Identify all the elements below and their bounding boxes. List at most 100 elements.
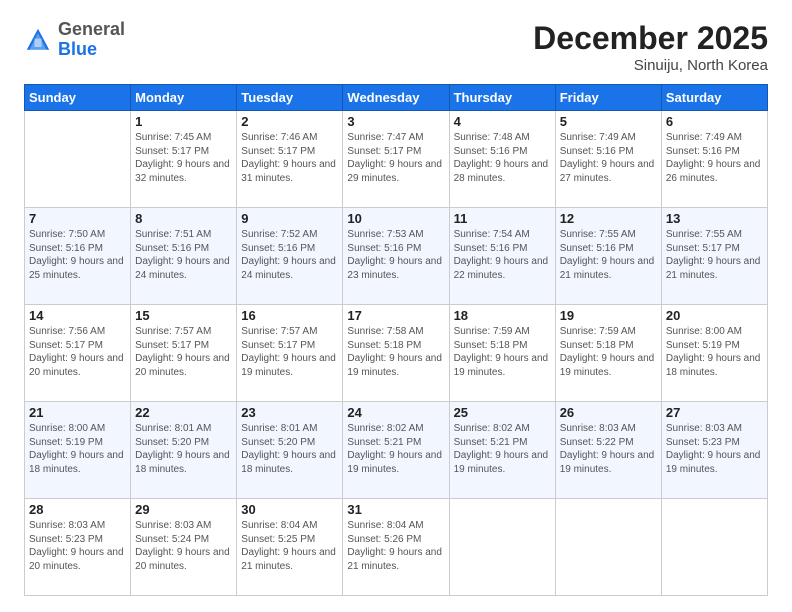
- daylight-text: Daylight: 9 hours and 20 minutes.: [29, 353, 124, 378]
- day-number: 6: [666, 114, 763, 129]
- cell-info: Sunrise: 8:01 AMSunset: 5:20 PMDaylight:…: [135, 422, 232, 476]
- sunset-text: Sunset: 5:16 PM: [560, 243, 634, 254]
- sunrise-text: Sunrise: 8:03 AM: [666, 423, 742, 434]
- daylight-text: Daylight: 9 hours and 18 minutes.: [666, 353, 761, 378]
- cell-info: Sunrise: 8:02 AM Sunset: 5:21 PM Daylight:…: [454, 422, 551, 476]
- logo-blue: Blue: [58, 39, 97, 59]
- day-number: 5: [560, 114, 657, 129]
- day-number: 18: [454, 308, 551, 323]
- daylight-text: Daylight: 9 hours and 19 minutes.: [241, 353, 336, 378]
- daylight-text: Daylight: 9 hours and 21 minutes.: [666, 256, 761, 281]
- daylight-text: Daylight: 9 hours and 21 minutes.: [241, 547, 336, 572]
- sunset-text: Sunset: 5:17 PM: [347, 146, 421, 157]
- page: General Blue December 2025 Sinuiju, Nort…: [0, 0, 792, 612]
- sunset-text: Sunset: 5:23 PM: [29, 534, 103, 545]
- daylight-text: Daylight: 9 hours and 23 minutes.: [347, 256, 442, 281]
- sunrise-text: Sunrise: 8:01 AM: [135, 423, 211, 434]
- calendar-cell: 9Sunrise: 7:52 AMSunset: 5:16 PMDaylight…: [237, 208, 343, 305]
- daylight-text: Daylight: 9 hours and 32 minutes.: [135, 159, 230, 184]
- sunset-text: Sunset: 5:17 PM: [666, 243, 740, 254]
- col-saturday: Saturday: [661, 85, 767, 111]
- daylight-text: Daylight: 9 hours and 19 minutes.: [454, 353, 549, 378]
- sunset-text: Sunset: 5:17 PM: [135, 146, 209, 157]
- calendar-cell: 2 Sunrise: 7:46 AMSunset: 5:17 PMDaylight…: [237, 111, 343, 208]
- daylight-text: Daylight: 9 hours and 28 minutes.: [454, 159, 549, 184]
- day-number: 12: [560, 211, 657, 226]
- logo-text: General Blue: [58, 20, 125, 60]
- day-number: 30: [241, 502, 338, 517]
- calendar-cell: 28Sunrise: 8:03 AMSunset: 5:23 PMDayligh…: [25, 499, 131, 596]
- calendar-week-4: 21Sunrise: 8:00 AMSunset: 5:19 PMDayligh…: [25, 402, 768, 499]
- sunrise-text: Sunrise: 8:04 AM: [241, 520, 317, 531]
- cell-info: Sunrise: 7:49 AMSunset: 5:16 PMDaylight:…: [666, 131, 763, 185]
- cell-info: Sunrise: 7:50 AMSunset: 5:16 PMDaylight:…: [29, 228, 126, 282]
- sunrise-text: Sunrise: 7:48 AM: [454, 132, 530, 143]
- sunset-text: Sunset: 5:20 PM: [241, 437, 315, 448]
- sunrise-text: Sunrise: 7:56 AM: [29, 326, 105, 337]
- cell-info: Sunrise: 7:47 AMSunset: 5:17 PMDaylight:…: [347, 131, 444, 185]
- sunrise-text: Sunrise: 7:58 AM: [347, 326, 423, 337]
- calendar-cell: [449, 499, 555, 596]
- day-number: 3: [347, 114, 444, 129]
- calendar-cell: [25, 111, 131, 208]
- cell-info: Sunrise: 7:48 AMSunset: 5:16 PMDaylight:…: [454, 131, 551, 185]
- sunset-text: Sunset: 5:16 PM: [135, 243, 209, 254]
- day-number: 9: [241, 211, 338, 226]
- cell-info: Sunrise: 7:57 AMSunset: 5:17 PMDaylight:…: [241, 325, 338, 379]
- calendar-cell: 21Sunrise: 8:00 AMSunset: 5:19 PMDayligh…: [25, 402, 131, 499]
- sunrise-text: Sunrise: 8:01 AM: [241, 423, 317, 434]
- sunset-text: Sunset: 5:21 PM: [454, 437, 528, 448]
- calendar-cell: 14 Sunrise: 7:56 AMSunset: 5:17 PMDayligh…: [25, 305, 131, 402]
- sunrise-text: Sunrise: 8:00 AM: [666, 326, 742, 337]
- cell-info: Sunrise: 7:45 AMSunset: 5:17 PMDaylight:…: [135, 131, 232, 185]
- cell-info: Sunrise: 8:03 AMSunset: 5:23 PMDaylight:…: [29, 519, 126, 573]
- sunrise-text: Sunrise: 7:54 AM: [454, 229, 530, 240]
- sunset-text: Sunset: 5:16 PM: [29, 243, 103, 254]
- cell-info: Sunrise: 7:56 AMSunset: 5:17 PMDaylight:…: [29, 325, 126, 379]
- sunrise-text: Sunrise: 8:02 AM: [454, 423, 530, 434]
- daylight-text: Daylight: 9 hours and 20 minutes.: [135, 547, 230, 572]
- calendar-cell: 29Sunrise: 8:03 AMSunset: 5:24 PMDayligh…: [131, 499, 237, 596]
- calendar-cell: 12Sunrise: 7:55 AMSunset: 5:16 PMDayligh…: [555, 208, 661, 305]
- col-tuesday: Tuesday: [237, 85, 343, 111]
- day-number: 4: [454, 114, 551, 129]
- calendar-cell: 16 Sunrise: 7:57 AMSunset: 5:17 PMDayligh…: [237, 305, 343, 402]
- logo: General Blue: [24, 20, 125, 60]
- daylight-text: Daylight: 9 hours and 27 minutes.: [560, 159, 655, 184]
- sunrise-text: Sunrise: 8:04 AM: [347, 520, 423, 531]
- day-number: 20: [666, 308, 763, 323]
- col-monday: Monday: [131, 85, 237, 111]
- cell-info: Sunrise: 7:51 AMSunset: 5:16 PMDaylight:…: [135, 228, 232, 282]
- sunset-text: Sunset: 5:21 PM: [347, 437, 421, 448]
- day-number: 14: [29, 308, 126, 323]
- calendar-cell: 18Sunrise: 7:59 AMSunset: 5:18 PMDayligh…: [449, 305, 555, 402]
- day-number: 16: [241, 308, 338, 323]
- day-number: 2: [241, 114, 338, 129]
- calendar-cell: 11Sunrise: 7:54 AMSunset: 5:16 PMDayligh…: [449, 208, 555, 305]
- daylight-text: Daylight: 9 hours and 22 minutes.: [454, 256, 549, 281]
- sunset-text: Sunset: 5:16 PM: [347, 243, 421, 254]
- day-number: 8: [135, 211, 232, 226]
- calendar-cell: 25Sunrise: 8:02 AMSunset: 5:21 PMDayligh…: [449, 402, 555, 499]
- calendar-cell: 17Sunrise: 7:58 AMSunset: 5:18 PMDayligh…: [343, 305, 449, 402]
- calendar-cell: [555, 499, 661, 596]
- calendar-cell: 8 Sunrise: 7:51 AMSunset: 5:16 PMDaylight…: [131, 208, 237, 305]
- day-number: 1: [135, 114, 232, 129]
- cell-info: Sunrise: 7:59 AMSunset: 5:18 PMDaylight:…: [560, 325, 657, 379]
- daylight-text: Daylight: 9 hours and 19 minutes.: [347, 450, 442, 475]
- calendar-cell: 27Sunrise: 8:03 AMSunset: 5:23 PMDayligh…: [661, 402, 767, 499]
- daylight-text: Daylight: 9 hours and 19 minutes.: [454, 450, 549, 475]
- sunset-text: Sunset: 5:24 PM: [135, 534, 209, 545]
- daylight-text: Daylight: 9 hours and 21 minutes.: [347, 547, 442, 572]
- sunrise-text: Sunrise: 8:03 AM: [560, 423, 636, 434]
- calendar-cell: 31Sunrise: 8:04 AMSunset: 5:26 PMDayligh…: [343, 499, 449, 596]
- daylight-text: Daylight: 9 hours and 24 minutes.: [135, 256, 230, 281]
- cell-info: Sunrise: 7:46 AMSunset: 5:17 PMDaylight:…: [241, 131, 338, 185]
- calendar-week-1: 1 Sunrise: 7:45 AMSunset: 5:17 PMDaylight…: [25, 111, 768, 208]
- cell-info: Sunrise: 8:00 AMSunset: 5:19 PMDaylight:…: [666, 325, 763, 379]
- sunset-text: Sunset: 5:17 PM: [241, 146, 315, 157]
- calendar-cell: 26Sunrise: 8:03 AMSunset: 5:22 PMDayligh…: [555, 402, 661, 499]
- logo-icon: [24, 26, 52, 54]
- daylight-text: Daylight: 9 hours and 29 minutes.: [347, 159, 442, 184]
- sunrise-text: Sunrise: 7:52 AM: [241, 229, 317, 240]
